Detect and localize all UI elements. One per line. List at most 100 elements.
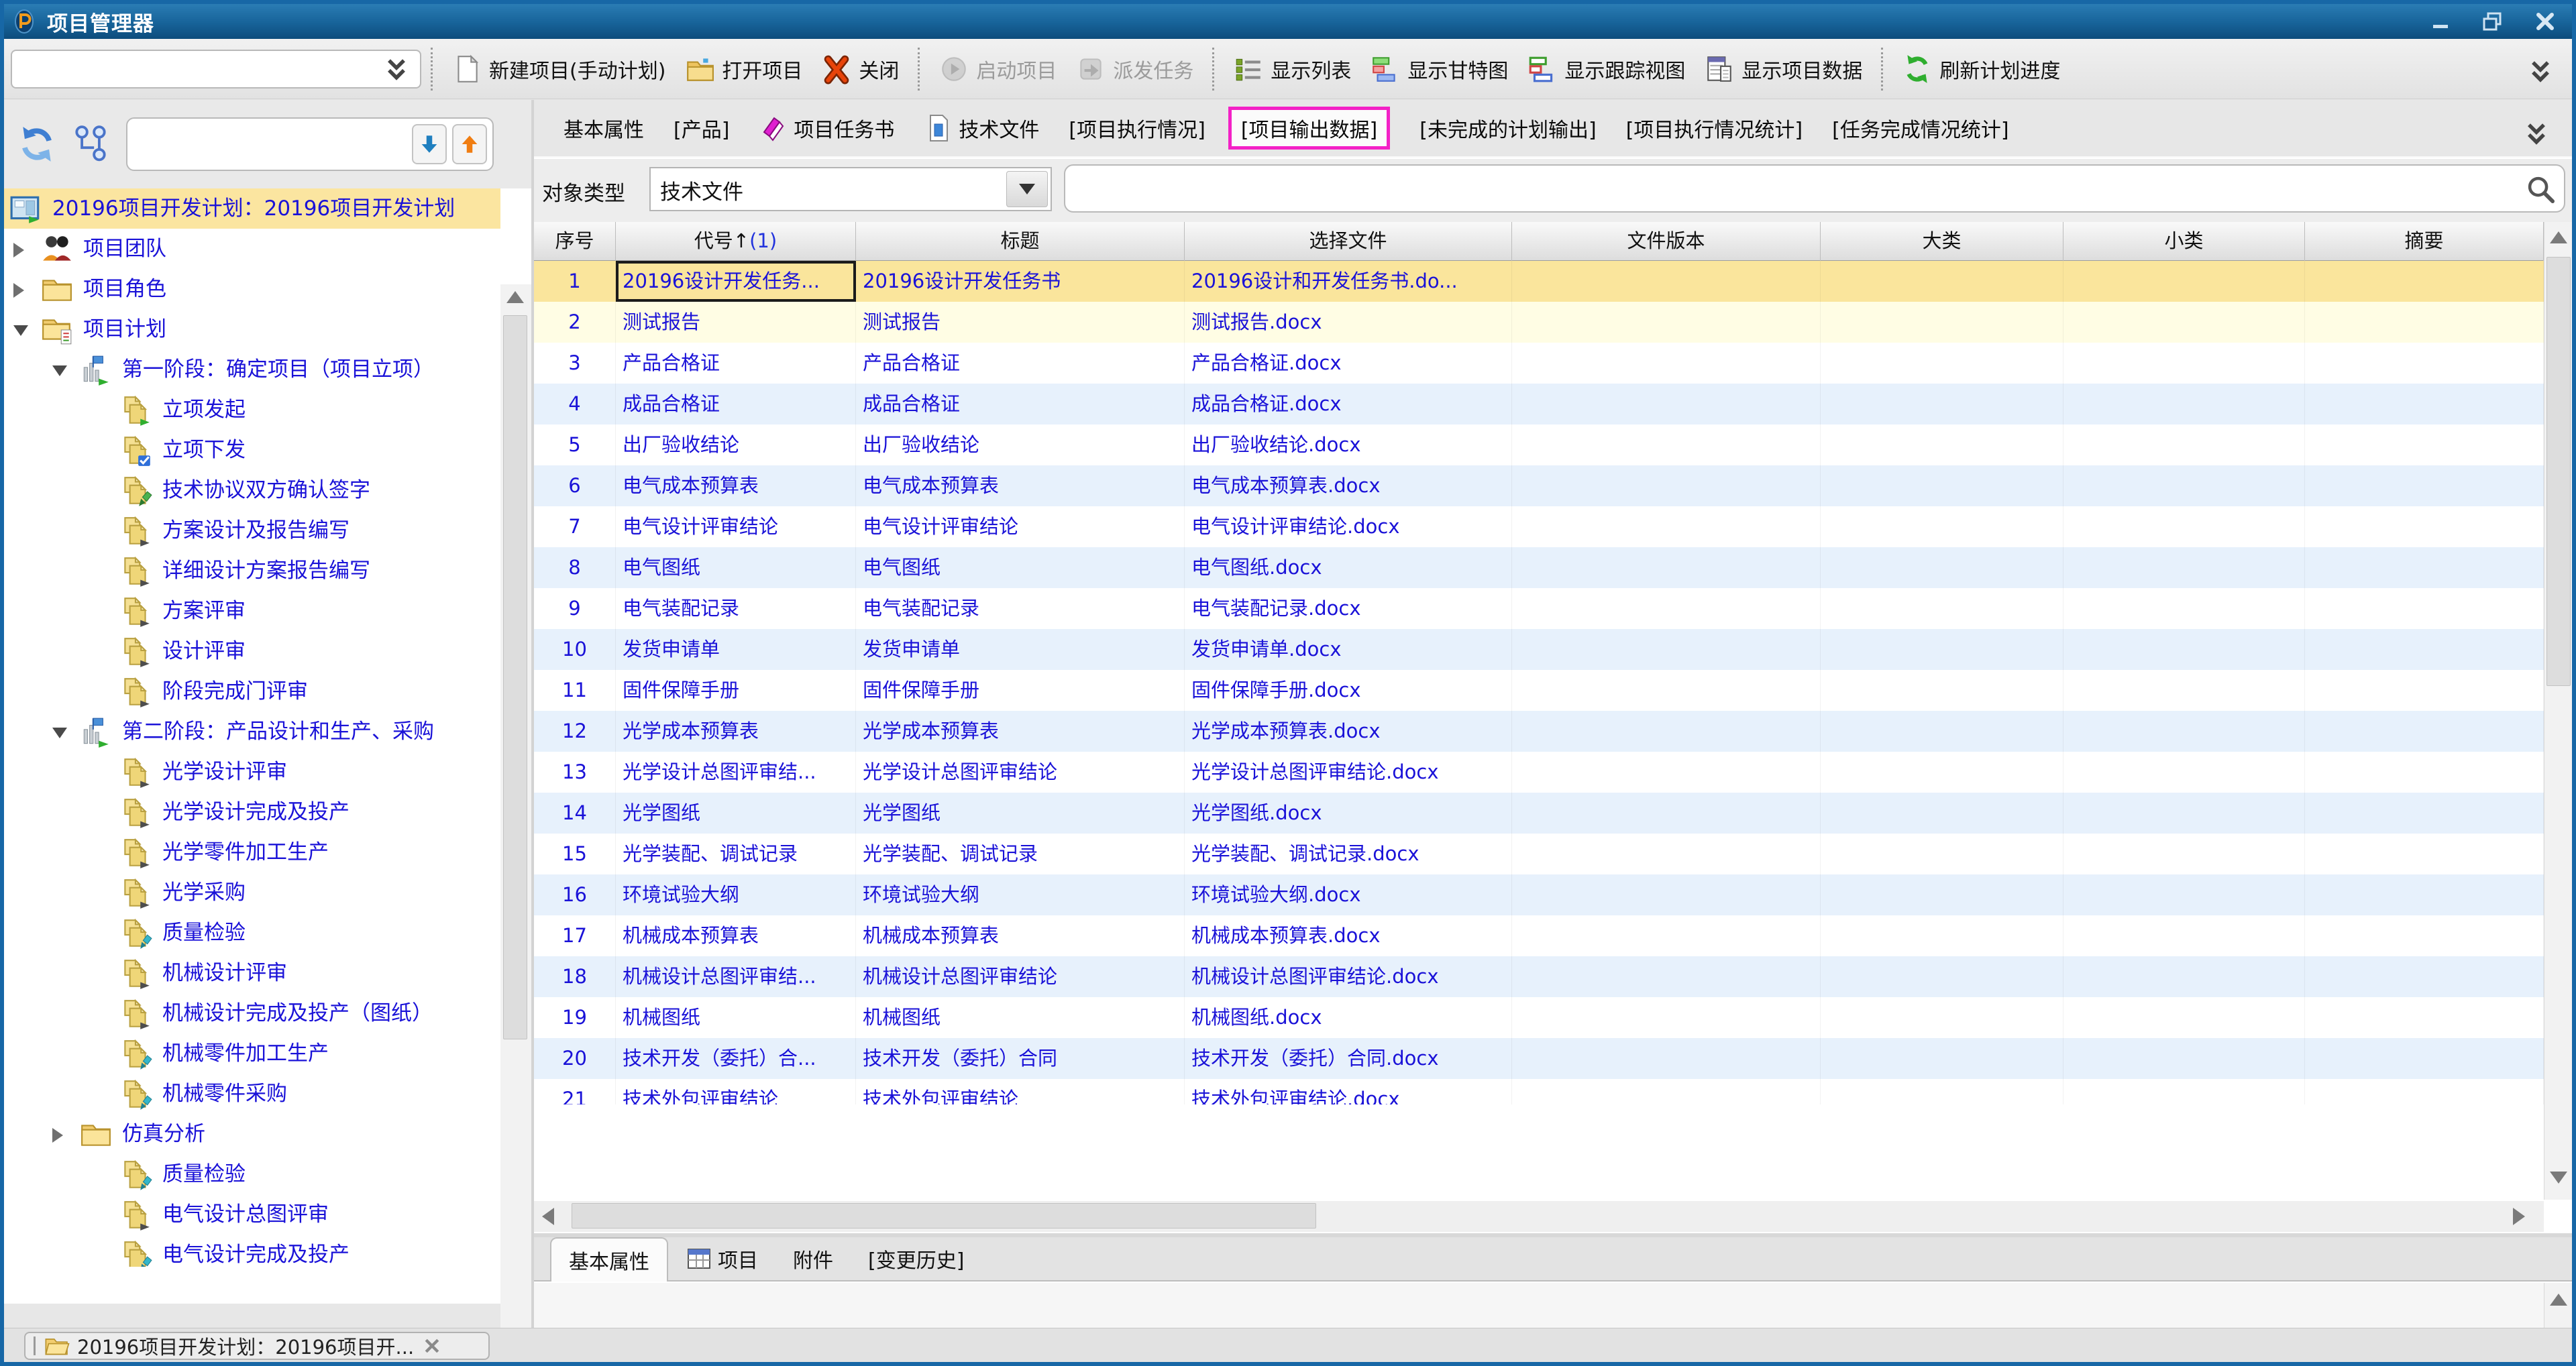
serial-cell[interactable]: 15 [534, 834, 616, 874]
version-cell[interactable] [1512, 752, 1821, 793]
summary-cell[interactable] [2305, 302, 2544, 343]
code-cell[interactable]: 机械设计总图评审结... [616, 956, 856, 997]
summary-cell[interactable] [2305, 1038, 2544, 1079]
table-row[interactable]: 9电气装配记录电气装配记录电气装配记录.docx [534, 588, 2544, 629]
table-row[interactable]: 17机械成本预算表机械成本预算表机械成本预算表.docx [534, 915, 2544, 956]
code-cell[interactable]: 固件保障手册 [616, 670, 856, 711]
tree-item[interactable]: 阶段完成门评审 [4, 671, 500, 712]
title-cell[interactable]: 测试报告 [856, 302, 1185, 343]
title-cell[interactable]: 电气图纸 [856, 547, 1185, 588]
new-project-button[interactable]: 新建项目(手动计划) [442, 48, 675, 90]
tree-item[interactable]: 光学设计完成及投产 [4, 792, 500, 832]
code-cell[interactable]: 电气成本预算表 [616, 465, 856, 506]
open-project-button[interactable]: 打开项目 [675, 48, 812, 90]
refresh-progress-button[interactable]: 刷新计划进度 [1892, 48, 2070, 90]
category-cell[interactable] [1821, 956, 2063, 997]
version-cell[interactable] [1512, 834, 1821, 874]
code-cell[interactable]: 光学成本预算表 [616, 711, 856, 752]
tree-item[interactable]: 机械设计完成及投产（图纸） [4, 993, 500, 1033]
code-cell[interactable]: 机械图纸 [616, 997, 856, 1038]
version-cell[interactable] [1512, 997, 1821, 1038]
tree-item[interactable]: 机械零件采购 [4, 1074, 500, 1114]
minimize-button[interactable] [2426, 8, 2455, 35]
subcategory-cell[interactable] [2063, 547, 2305, 588]
subcategory-cell[interactable] [2063, 343, 2305, 384]
file-cell[interactable]: 测试报告.docx [1185, 302, 1512, 343]
table-row[interactable]: 21技术外包评审结论技术外包评审结论技术外包评审结论.docx [534, 1079, 2544, 1104]
title-cell[interactable]: 出厂验收结论 [856, 424, 1185, 465]
tree-item[interactable]: 机械设计评审 [4, 953, 500, 993]
file-cell[interactable]: 机械图纸.docx [1185, 997, 1512, 1038]
category-cell[interactable] [1821, 343, 2063, 384]
file-cell[interactable]: 电气装配记录.docx [1185, 588, 1512, 629]
column-header-8[interactable]: 摘要 [2305, 222, 2544, 261]
tree-item[interactable]: 电气设计总图评审 [4, 1194, 500, 1235]
title-cell[interactable]: 机械成本预算表 [856, 915, 1185, 956]
table-row[interactable]: 16环境试验大纲环境试验大纲环境试验大纲.docx [534, 874, 2544, 915]
table-row[interactable]: 3产品合格证产品合格证产品合格证.docx [534, 343, 2544, 384]
code-cell[interactable]: 产品合格证 [616, 343, 856, 384]
expand-arrow-icon[interactable] [13, 243, 24, 258]
serial-cell[interactable]: 2 [534, 302, 616, 343]
tree-item[interactable]: 立项下发 [4, 430, 500, 470]
summary-cell[interactable] [2305, 384, 2544, 424]
title-cell[interactable]: 成品合格证 [856, 384, 1185, 424]
detail-tab-1[interactable]: 基本属性 [550, 1237, 668, 1282]
category-cell[interactable] [1821, 834, 2063, 874]
table-row[interactable]: 12光学成本预算表光学成本预算表光学成本预算表.docx [534, 711, 2544, 752]
tree-item[interactable]: 设计评审 [4, 631, 500, 671]
refresh-tree-icon[interactable] [16, 123, 58, 165]
title-cell[interactable]: 技术外包评审结论 [856, 1079, 1185, 1104]
toolbar-overflow-chevron-icon[interactable] [2524, 56, 2557, 86]
version-cell[interactable] [1512, 1079, 1821, 1104]
summary-cell[interactable] [2305, 629, 2544, 670]
file-cell[interactable]: 20196设计和开发任务书.do... [1185, 261, 1512, 302]
serial-cell[interactable]: 19 [534, 997, 616, 1038]
table-row[interactable]: 120196设计开发任务...20196设计开发任务书20196设计和开发任务书… [534, 261, 2544, 302]
collapse-arrow-icon[interactable] [52, 728, 67, 738]
table-row[interactable]: 18机械设计总图评审结...机械设计总图评审结论机械设计总图评审结论.docx [534, 956, 2544, 997]
title-cell[interactable]: 光学成本预算表 [856, 711, 1185, 752]
table-row[interactable]: 10发货申请单发货申请单发货申请单.docx [534, 629, 2544, 670]
table-row[interactable]: 11固件保障手册固件保障手册固件保障手册.docx [534, 670, 2544, 711]
view-tab-8[interactable]: [项目执行情况统计] [1626, 113, 1803, 143]
tree-item[interactable]: 质量检验 [4, 913, 500, 953]
view-tab-9[interactable]: [任务完成情况统计] [1832, 113, 2008, 143]
summary-cell[interactable] [2305, 1079, 2544, 1104]
maximize-button[interactable] [2478, 8, 2508, 35]
title-cell[interactable]: 机械图纸 [856, 997, 1185, 1038]
version-cell[interactable] [1512, 956, 1821, 997]
summary-cell[interactable] [2305, 874, 2544, 915]
subcategory-cell[interactable] [2063, 711, 2305, 752]
title-cell[interactable]: 技术开发（委托）合同 [856, 1038, 1185, 1079]
category-cell[interactable] [1821, 915, 2063, 956]
title-cell[interactable]: 电气装配记录 [856, 588, 1185, 629]
view-tab-3[interactable]: 项目任务书 [759, 113, 894, 143]
subcategory-cell[interactable] [2063, 424, 2305, 465]
version-cell[interactable] [1512, 1038, 1821, 1079]
summary-cell[interactable] [2305, 834, 2544, 874]
category-cell[interactable] [1821, 1079, 2063, 1104]
column-header-5[interactable]: 文件版本 [1512, 222, 1821, 261]
serial-cell[interactable]: 20 [534, 1038, 616, 1079]
tree-vertical-scrollbar[interactable] [500, 284, 531, 1366]
summary-cell[interactable] [2305, 711, 2544, 752]
version-cell[interactable] [1512, 670, 1821, 711]
serial-cell[interactable]: 1 [534, 261, 616, 302]
subcategory-cell[interactable] [2063, 588, 2305, 629]
code-cell[interactable]: 机械成本预算表 [616, 915, 856, 956]
summary-cell[interactable] [2305, 424, 2544, 465]
serial-cell[interactable]: 4 [534, 384, 616, 424]
file-cell[interactable]: 电气图纸.docx [1185, 547, 1512, 588]
version-cell[interactable] [1512, 261, 1821, 302]
serial-cell[interactable]: 8 [534, 547, 616, 588]
title-cell[interactable]: 20196设计开发任务书 [856, 261, 1185, 302]
tabbar-overflow-chevron-icon[interactable] [2520, 119, 2553, 148]
search-up-button[interactable] [452, 124, 487, 164]
object-type-combo[interactable]: 技术文件 [649, 167, 1052, 211]
version-cell[interactable] [1512, 711, 1821, 752]
code-cell[interactable]: 成品合格证 [616, 384, 856, 424]
file-cell[interactable]: 机械设计总图评审结论.docx [1185, 956, 1512, 997]
table-row[interactable]: 5出厂验收结论出厂验收结论出厂验收结论.docx [534, 424, 2544, 465]
file-cell[interactable]: 光学成本预算表.docx [1185, 711, 1512, 752]
